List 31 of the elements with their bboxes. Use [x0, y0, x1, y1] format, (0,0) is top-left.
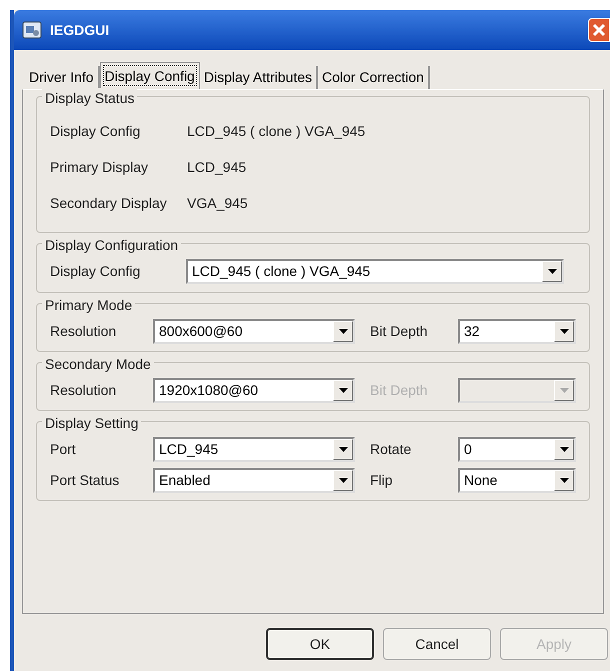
dialog-button[interactable]: OK [266, 628, 374, 660]
dialog-button[interactable]: Cancel [383, 628, 491, 660]
status-value: VGA_945 [187, 194, 248, 213]
dropdown[interactable]: 0 [458, 437, 576, 462]
dropdown[interactable]: 1920x1080@60 [153, 378, 355, 403]
field-label: Display Config [50, 122, 142, 141]
dropdown[interactable]: LCD_945 [153, 437, 355, 462]
field-label: Secondary Display [50, 194, 168, 213]
field-label: Bit Depth [369, 322, 429, 341]
app-icon [22, 21, 42, 39]
field-label: Port [50, 440, 77, 459]
status-value: LCD_945 ( clone ) VGA_945 [187, 122, 366, 141]
dropdown[interactable]: Enabled [153, 468, 355, 493]
close-button[interactable] [588, 18, 610, 42]
field-label: Flip [369, 471, 394, 490]
tab[interactable]: Display Config [100, 62, 200, 89]
close-icon [592, 23, 606, 37]
dropdown[interactable]: 32 [458, 319, 576, 344]
status-value: LCD_945 [187, 158, 246, 177]
dropdown[interactable]: None [458, 468, 576, 493]
field-label: Primary Display [50, 158, 150, 177]
field-label: Resolution [50, 322, 118, 341]
field-label: Port Status [50, 471, 120, 490]
field-label: Display Config [50, 262, 142, 281]
field-label: Rotate [369, 440, 412, 459]
dropdown[interactable]: 800x600@60 [153, 319, 355, 344]
window-title: IEGDGUI [50, 20, 110, 40]
field-label: Resolution [50, 381, 118, 400]
group-title: Display Status [42, 88, 138, 109]
field-label: Bit Depth [369, 381, 429, 400]
dropdown[interactable]: LCD_945 ( clone ) VGA_945 [186, 259, 564, 284]
